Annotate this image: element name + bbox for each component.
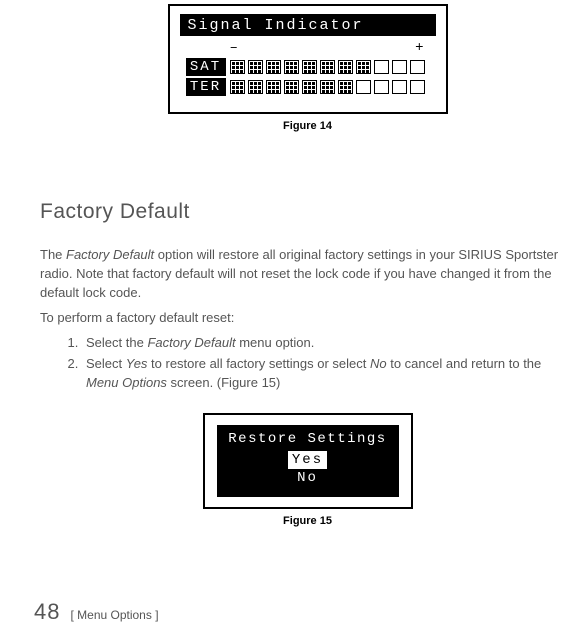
figure14-caption: Figure 14	[40, 120, 575, 132]
bar-icon	[356, 80, 371, 94]
bar-icon	[284, 60, 299, 74]
intro-paragraph: The Factory Default option will restore …	[40, 246, 575, 303]
signal-indicator-display: Signal Indicator – + SAT	[168, 4, 448, 114]
step2-c: to cancel and return to the	[387, 356, 542, 371]
option-no: No	[223, 469, 393, 487]
figure15-caption: Figure 15	[40, 515, 575, 527]
signal-row-sat: SAT	[186, 58, 430, 76]
bar-icon	[266, 60, 281, 74]
term-no: No	[370, 356, 387, 371]
step2-d: screen. (Figure 15)	[167, 375, 280, 390]
signal-scale: – +	[186, 40, 430, 56]
bar-icon	[338, 80, 353, 94]
option-yes: Yes	[288, 451, 327, 469]
section-heading: Factory Default	[40, 200, 575, 224]
bar-icon	[284, 80, 299, 94]
bar-icon	[410, 60, 425, 74]
step1-b: menu option.	[236, 335, 315, 350]
step1-a: Select the	[86, 335, 147, 350]
intro-text-a: The	[40, 247, 66, 262]
restore-title: Restore Settings	[223, 431, 393, 447]
page-footer: 48 [ Menu Options ]	[34, 599, 159, 625]
sat-bars	[230, 60, 425, 74]
term-step1: Factory Default	[147, 335, 235, 350]
signal-area: – + SAT T	[180, 36, 436, 100]
bar-icon	[248, 80, 263, 94]
bar-icon	[374, 80, 389, 94]
lcd-screen-2: Restore Settings Yes No	[217, 425, 399, 497]
sat-label: SAT	[186, 58, 226, 76]
term-factory-default: Factory Default	[66, 247, 154, 262]
step-2: Select Yes to restore all factory settin…	[82, 354, 575, 393]
bar-icon	[320, 60, 335, 74]
scale-plus: +	[415, 40, 423, 56]
ter-label: TER	[186, 78, 226, 96]
subhead-text: To perform a factory default reset:	[40, 309, 575, 328]
bar-icon	[230, 60, 245, 74]
step2-b: to restore all factory settings or selec…	[147, 356, 370, 371]
lcd-screen: Signal Indicator – + SAT	[180, 14, 436, 100]
steps-list: Select the Factory Default menu option. …	[82, 333, 575, 393]
ter-bars	[230, 80, 425, 94]
lcd-title: Signal Indicator	[180, 14, 436, 36]
bar-icon	[302, 60, 317, 74]
bar-icon	[410, 80, 425, 94]
bar-icon	[320, 80, 335, 94]
step2-a: Select	[86, 356, 126, 371]
scale-minus: –	[230, 40, 238, 56]
bar-icon	[392, 80, 407, 94]
term-yes: Yes	[126, 356, 148, 371]
bar-icon	[356, 60, 371, 74]
bar-icon	[230, 80, 245, 94]
restore-settings-display: Restore Settings Yes No	[203, 413, 413, 509]
option-yes-row: Yes	[223, 451, 393, 469]
bar-icon	[338, 60, 353, 74]
breadcrumb: [ Menu Options ]	[70, 608, 158, 622]
term-menu-options: Menu Options	[86, 375, 167, 390]
signal-row-ter: TER	[186, 78, 430, 96]
bar-icon	[266, 80, 281, 94]
bar-icon	[248, 60, 263, 74]
bar-icon	[374, 60, 389, 74]
step-1: Select the Factory Default menu option.	[82, 333, 575, 353]
bar-icon	[392, 60, 407, 74]
page-number: 48	[34, 599, 60, 625]
bar-icon	[302, 80, 317, 94]
